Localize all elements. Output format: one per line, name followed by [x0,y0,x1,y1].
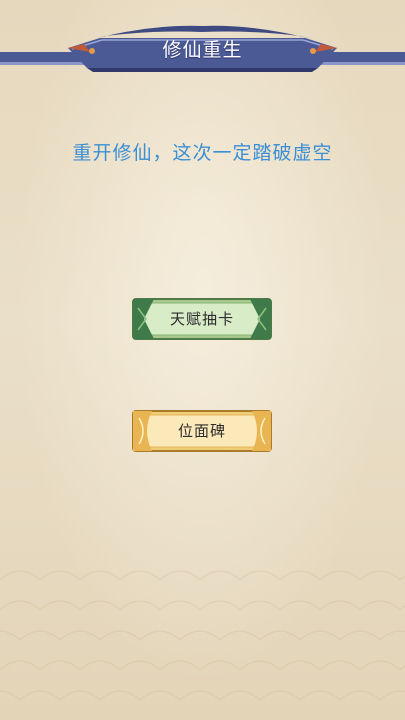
talent-draw-button[interactable]: 天赋抽卡 [132,298,272,340]
talent-draw-label: 天赋抽卡 [169,310,234,328]
page-title: 修仙重生 [162,39,243,61]
title-banner: 修仙重生 [0,0,405,80]
plane-stele-button[interactable]: 位面碑 [132,410,272,452]
subtitle-slogan: 重开修仙，这次一定踏破虚空 [72,142,333,164]
wave-pattern-decoration [0,570,405,701]
plane-stele-label: 位面碑 [177,422,226,440]
